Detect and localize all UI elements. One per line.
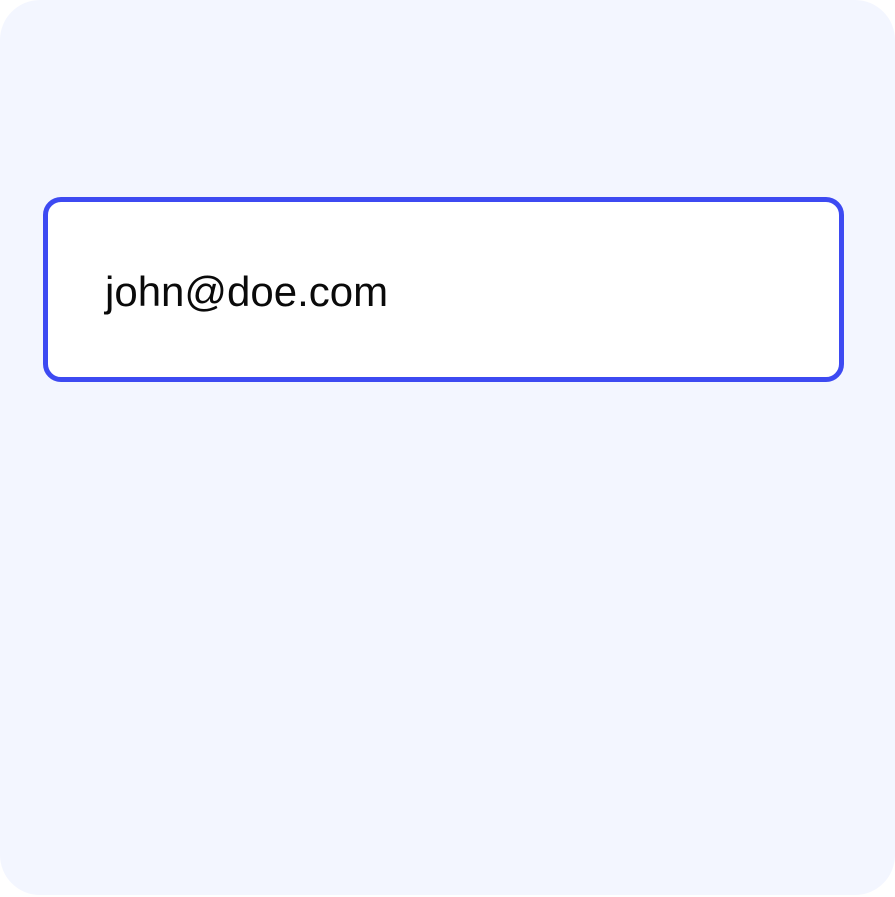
email-field[interactable]: john@doe.com <box>43 197 844 382</box>
email-field-value: john@doe.com <box>105 268 389 315</box>
background-card: john@doe.com <box>0 0 895 895</box>
